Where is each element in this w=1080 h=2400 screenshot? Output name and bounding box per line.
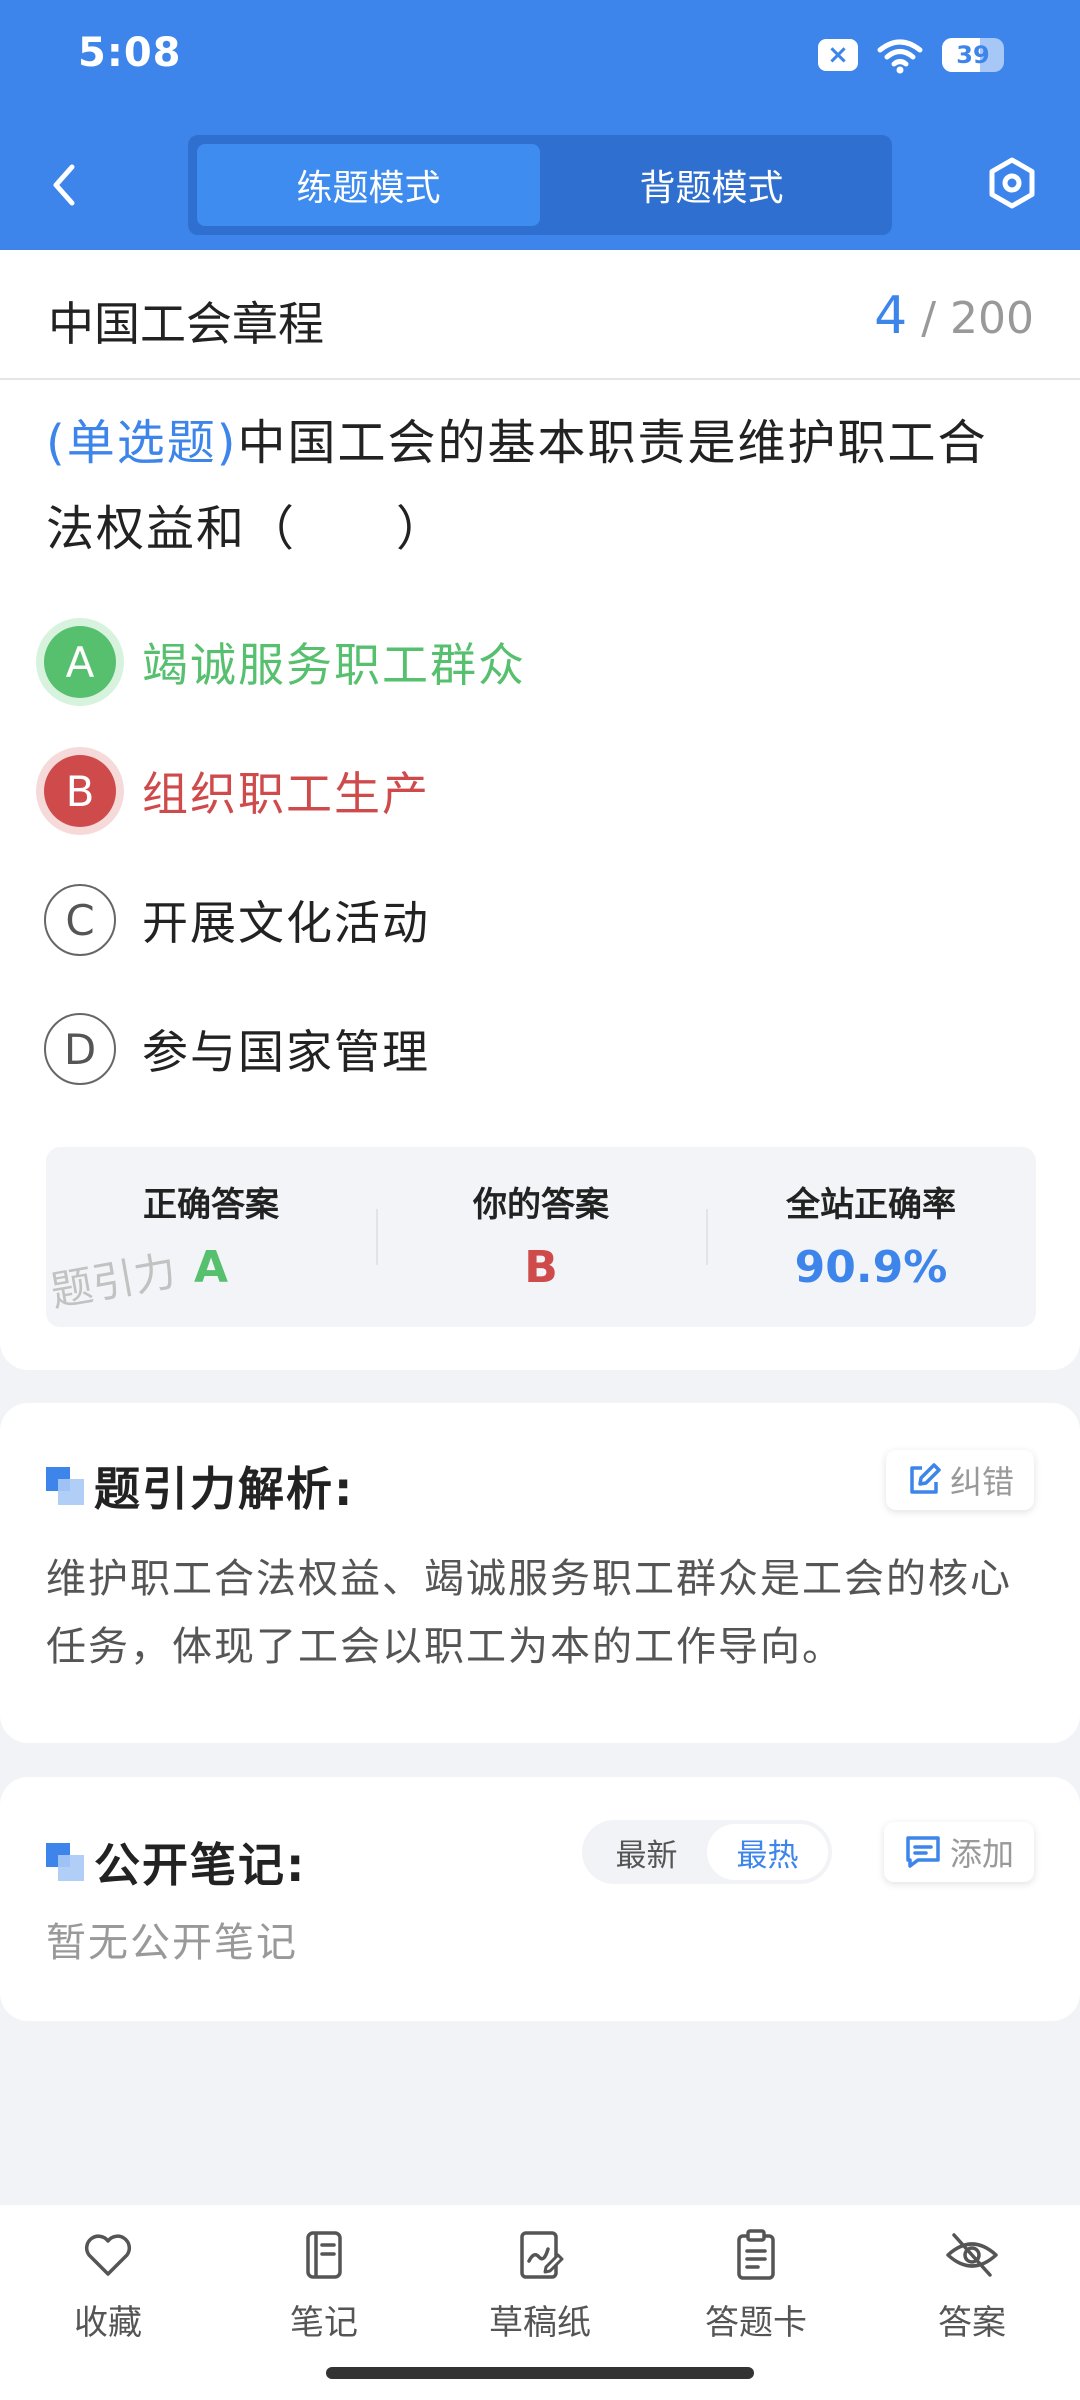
settings-button[interactable] xyxy=(984,155,1040,211)
nav-label: 答案 xyxy=(938,2303,1006,2343)
question-card: 中国工会章程 4 / 200 (单选题)中国工会的基本职责是维护职工合法权益和（… xyxy=(0,250,1080,1370)
add-note-button[interactable]: 添加 xyxy=(883,1822,1034,1882)
question-counter: 4 / 200 xyxy=(874,286,1034,346)
accuracy-col: 全站正确率 90.9% xyxy=(706,1147,1036,1327)
back-button[interactable] xyxy=(40,155,90,215)
report-error-button[interactable]: 纠错 xyxy=(885,1450,1034,1510)
current-question-number: 4 xyxy=(874,286,908,346)
header-bar: 5:08 × 39 练题模式 背题模式 xyxy=(0,0,1080,250)
option-key: C xyxy=(44,884,116,956)
status-time: 5:08 xyxy=(78,30,182,76)
option-key: B xyxy=(44,755,116,827)
analysis-header: 题引力解析: xyxy=(46,1453,354,1519)
chapter-title: 中国工会章程 xyxy=(48,297,324,351)
notes-header: 公开笔记: xyxy=(46,1829,306,1895)
notes-title: 公开笔记: xyxy=(94,1838,307,1892)
nav-label: 草稿纸 xyxy=(489,2303,591,2343)
analysis-text: 维护职工合法权益、竭诚服务职工群众是工会的核心任务，体现了工会以职工为本的工作导… xyxy=(46,1556,1012,1670)
sort-latest[interactable]: 最新 xyxy=(586,1824,707,1880)
comment-icon xyxy=(906,1836,940,1868)
nav-label: 笔记 xyxy=(290,2303,358,2343)
chapter-row: 中国工会章程 4 / 200 xyxy=(0,250,1080,380)
battery-level: 39 xyxy=(956,41,990,69)
analysis-card: 题引力解析: 纠错 维护职工合法权益、竭诚服务职工群众是工会的核心任务，体现了工… xyxy=(0,1403,1080,1743)
draft-icon xyxy=(520,2231,564,2279)
nav-answer[interactable]: 答案 xyxy=(864,2205,1080,2400)
accuracy-label: 全站正确率 xyxy=(786,1185,956,1225)
notes-card: 公开笔记: 最新 最热 添加 暂无公开笔记 xyxy=(0,1777,1080,2021)
option-key: D xyxy=(44,1013,116,1085)
total-questions: / 200 xyxy=(921,293,1034,344)
question-type: (单选题) xyxy=(46,415,238,471)
your-answer-label: 你的答案 xyxy=(473,1185,609,1225)
option-text: 竭诚服务职工群众 xyxy=(142,638,526,692)
report-error-label: 纠错 xyxy=(949,1463,1014,1501)
wifi-icon xyxy=(877,39,923,74)
notes-sort-toggle: 最新 最热 xyxy=(582,1820,832,1884)
option-c[interactable]: C 开展文化活动 xyxy=(44,880,430,960)
nav-label: 收藏 xyxy=(74,2303,142,2343)
your-answer-value: B xyxy=(524,1242,558,1293)
edit-icon xyxy=(910,1463,941,1494)
notification-icon: × xyxy=(818,39,858,71)
settings-icon xyxy=(989,157,1035,209)
eye-off-icon xyxy=(946,2233,998,2277)
clipboard-icon xyxy=(737,2229,775,2280)
section-icon xyxy=(46,1467,84,1505)
notes-empty-text: 暂无公开笔记 xyxy=(46,1920,298,1966)
nav-label: 答题卡 xyxy=(705,2303,807,2343)
battery-icon: 39 xyxy=(942,38,1004,72)
notebook-icon xyxy=(306,2231,342,2279)
question-text: (单选题)中国工会的基本职责是维护职工合法权益和（ ） xyxy=(46,400,1036,572)
option-d[interactable]: D 参与国家管理 xyxy=(44,1009,430,1089)
your-answer-col: 你的答案 B xyxy=(376,1147,706,1327)
option-key: A xyxy=(44,626,116,698)
option-text: 组织职工生产 xyxy=(142,767,430,821)
tab-practice-mode[interactable]: 练题模式 xyxy=(197,144,540,226)
section-icon xyxy=(46,1843,84,1881)
option-text: 参与国家管理 xyxy=(142,1025,430,1079)
heart-icon xyxy=(84,2234,132,2276)
option-a[interactable]: A 竭诚服务职工群众 xyxy=(44,622,526,702)
tab-memorize-mode[interactable]: 背题模式 xyxy=(540,144,883,226)
correct-answer-label: 正确答案 xyxy=(143,1185,279,1225)
sort-hottest[interactable]: 最热 xyxy=(707,1824,828,1880)
chevron-left-icon xyxy=(53,164,75,206)
home-indicator[interactable] xyxy=(326,2367,754,2379)
answer-result-panel: 正确答案 A 你的答案 B 全站正确率 90.9% 题引力 xyxy=(46,1147,1036,1327)
analysis-title: 题引力解析: xyxy=(94,1462,355,1516)
nav-favorite[interactable]: 收藏 xyxy=(0,2205,216,2400)
accuracy-value: 90.9% xyxy=(794,1242,948,1293)
option-b[interactable]: B 组织职工生产 xyxy=(44,751,430,831)
mode-switch: 练题模式 背题模式 xyxy=(188,135,892,235)
status-icons: × 39 xyxy=(818,36,1004,74)
add-note-label: 添加 xyxy=(949,1835,1014,1873)
option-text: 开展文化活动 xyxy=(142,896,430,950)
